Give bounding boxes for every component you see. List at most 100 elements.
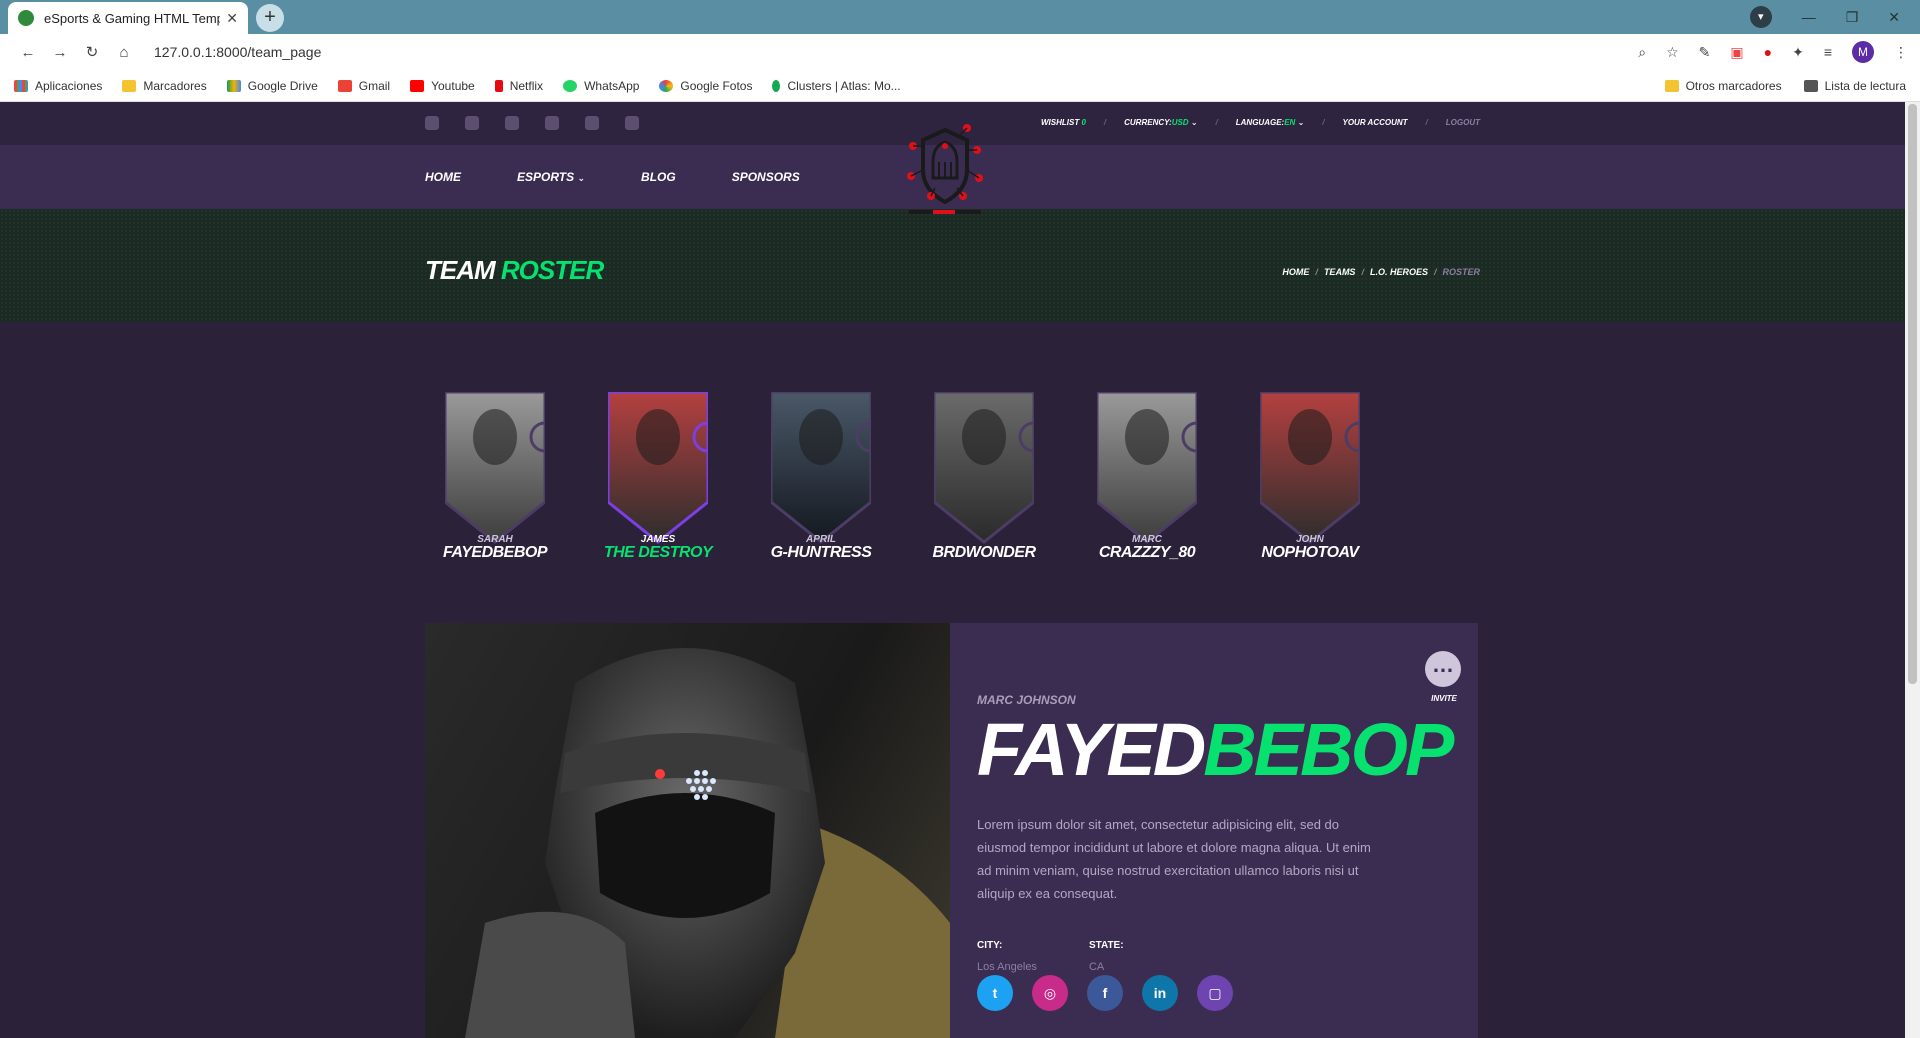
- address-bar[interactable]: i 127.0.0.1:8000/team_page: [148, 38, 1638, 118]
- url-text: 127.0.0.1:8000/team_page: [154, 44, 322, 60]
- player-avatar: [1097, 392, 1197, 544]
- bookmark-marcadores[interactable]: Marcadores: [122, 79, 207, 93]
- member-nickname: NOPHOTOAV: [1261, 544, 1359, 561]
- chevron-down-icon: ⌄: [577, 173, 586, 183]
- browser-tab[interactable]: eSports & Gaming HTML Templa ✕: [8, 2, 248, 34]
- bookmark-netflix[interactable]: Netflix: [494, 79, 543, 93]
- extension-icon[interactable]: ▣: [1730, 44, 1743, 61]
- pen-extension-icon[interactable]: ✎: [1699, 44, 1711, 61]
- whatsapp-icon: [563, 79, 578, 92]
- member-nickname: G-HUNTRESS: [770, 544, 872, 561]
- breadcrumb-teams[interactable]: TEAMS: [1324, 267, 1356, 277]
- new-tab-button[interactable]: +: [256, 4, 284, 32]
- player-bio: Lorem ipsum dolor sit amet, consectetur …: [977, 817, 1371, 901]
- nav-blog[interactable]: BLOG: [641, 170, 676, 184]
- bookmark-google-fotos[interactable]: Google Fotos: [659, 79, 752, 93]
- extensions-puzzle-icon[interactable]: ✦: [1792, 44, 1804, 61]
- breadcrumb: HOME / TEAMS / L.O. HEROES / ROSTER: [1282, 267, 1480, 277]
- facebook-icon[interactable]: f: [1087, 975, 1123, 1011]
- member-nickname: THE DESTROY: [603, 544, 713, 561]
- city-value: Los Angeles: [977, 961, 1037, 973]
- site-logo[interactable]: [905, 120, 985, 220]
- nav-home[interactable]: HOME: [425, 170, 461, 184]
- facebook-icon[interactable]: [425, 116, 439, 130]
- instagram-icon[interactable]: ◎: [1032, 975, 1068, 1011]
- nav-sponsors[interactable]: SPONSORS: [732, 170, 800, 184]
- chevron-down-icon: ⌄: [1297, 118, 1305, 127]
- invite-label: INVITE: [1431, 694, 1457, 703]
- wishlist-link[interactable]: WISHLIST 0: [1041, 118, 1086, 127]
- twitch-icon[interactable]: [505, 116, 519, 130]
- state-label: STATE:: [1088, 940, 1124, 951]
- linkedin-icon[interactable]: [585, 116, 599, 130]
- bookmark-youtube[interactable]: Youtube: [410, 79, 475, 93]
- player-avatar: [1260, 392, 1360, 544]
- account-nav: WISHLIST 0 / CURRENCY:USD ⌄ / LANGUAGE:E…: [1040, 118, 1480, 127]
- your-account-link[interactable]: YOUR ACCOUNT: [1343, 118, 1408, 127]
- site-favicon-icon: [18, 10, 34, 26]
- scrollbar-thumb[interactable]: [1908, 104, 1917, 684]
- member-nickname: BRDWONDER: [932, 544, 1036, 561]
- breadcrumb-current: ROSTER: [1442, 267, 1480, 277]
- bookmarks-bar: Aplicaciones Marcadores Google Drive Gma…: [0, 70, 1920, 102]
- bookmark-gmail[interactable]: Gmail: [337, 79, 390, 93]
- state-value: CA: [1088, 961, 1105, 973]
- bookmark-otros[interactable]: Otros marcadores: [1664, 79, 1782, 93]
- restore-button[interactable]: ❐: [1846, 9, 1859, 26]
- browser-menu-icon[interactable]: ⋮: [1894, 44, 1908, 61]
- nav-esports[interactable]: ESPORTS ⌄: [517, 170, 585, 184]
- back-button[interactable]: ←: [12, 44, 44, 61]
- browser-tab-strip: eSports & Gaming HTML Templa ✕ + ▾ — ❐ ✕: [0, 0, 1920, 34]
- instagram-icon[interactable]: [625, 116, 639, 130]
- profile-menu-icon[interactable]: ▾: [1749, 6, 1772, 28]
- bookmark-atlas[interactable]: Clusters | Atlas: Mo...: [772, 79, 901, 93]
- minimize-button[interactable]: —: [1802, 9, 1816, 25]
- reading-list-icon[interactable]: ≡: [1824, 44, 1832, 60]
- roster-member[interactable]: JAMES THE DESTROY: [588, 392, 713, 572]
- mongodb-leaf-icon: [772, 79, 781, 92]
- breadcrumb-home[interactable]: HOME: [1282, 267, 1309, 277]
- roster-member[interactable]: MARC CRAZZZY_80: [1077, 392, 1197, 572]
- youtube-icon[interactable]: [545, 116, 559, 130]
- window-controls: ▾ — ❐ ✕: [1749, 0, 1920, 34]
- invite-button[interactable]: …: [1425, 651, 1461, 687]
- twitter-icon[interactable]: [465, 116, 479, 130]
- close-tab-icon[interactable]: ✕: [226, 10, 238, 27]
- roster-member[interactable]: BRDWONDER: [914, 392, 1036, 572]
- page-header: TEAM ROSTER HOME / TEAMS / L.O. HEROES / RO…: [0, 209, 1905, 322]
- currency-select[interactable]: CURRENCY:USD ⌄: [1124, 118, 1197, 127]
- page-scrollbar[interactable]: [1905, 102, 1920, 1038]
- google-photos-icon: [659, 79, 674, 92]
- top-social-links: [425, 116, 639, 130]
- profile-avatar[interactable]: M: [1852, 41, 1874, 63]
- close-window-button[interactable]: ✕: [1888, 9, 1900, 26]
- player-social-links: t ◎ f in ▢: [977, 975, 1233, 1011]
- breadcrumb-team[interactable]: L.O. HEROES: [1370, 267, 1428, 277]
- bookmark-star-icon[interactable]: ☆: [1666, 44, 1679, 61]
- bookmark-google-drive[interactable]: Google Drive: [226, 79, 318, 93]
- player-nickname: FAYEDBEBOP: [977, 708, 1454, 791]
- player-location: CITY: Los Angeles STATE: CA: [977, 940, 1124, 973]
- roster-member[interactable]: APRIL G-HUNTRESS: [751, 392, 872, 572]
- player-avatar: [771, 392, 871, 544]
- reload-button[interactable]: ↻: [76, 43, 108, 61]
- twitch-icon[interactable]: ▢: [1197, 975, 1233, 1011]
- home-button[interactable]: ⌂: [108, 44, 140, 61]
- player-avatar: [608, 392, 708, 544]
- city-label: CITY:: [977, 940, 1003, 951]
- logout-link[interactable]: LOGOUT: [1446, 118, 1480, 127]
- forward-button[interactable]: →: [44, 44, 76, 61]
- bookmark-whatsapp[interactable]: WhatsApp: [563, 79, 639, 93]
- linkedin-icon[interactable]: in: [1142, 975, 1178, 1011]
- adblock-extension-icon[interactable]: ●: [1764, 44, 1772, 60]
- bookmark-apps[interactable]: Aplicaciones: [14, 79, 102, 93]
- zoom-icon[interactable]: ⌕: [1638, 44, 1646, 61]
- player-profile-card: … INVITE MARC JOHNSON FAYEDBEBOP Lorem i…: [425, 623, 1478, 1038]
- apps-grid-icon: [14, 79, 28, 92]
- player-avatar: [934, 392, 1034, 544]
- roster-member[interactable]: SARAH FAYEDBEBOP: [425, 392, 548, 572]
- twitter-icon[interactable]: t: [977, 975, 1013, 1011]
- bookmark-reading-list[interactable]: Lista de lectura: [1803, 79, 1906, 93]
- language-select[interactable]: LANGUAGE:EN ⌄: [1236, 118, 1305, 127]
- roster-member[interactable]: JOHN NOPHOTOAV: [1240, 392, 1360, 572]
